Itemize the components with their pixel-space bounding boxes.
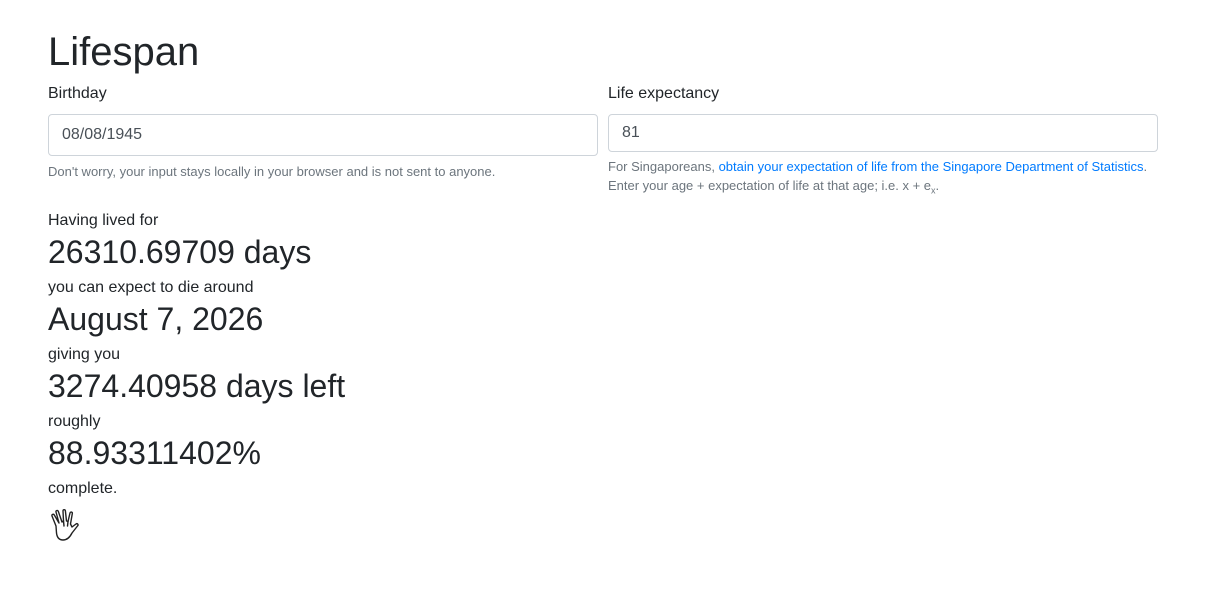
- lived-label: Having lived for: [48, 212, 159, 229]
- birthday-value: 08/08/1945: [62, 126, 143, 143]
- life-expectancy-group: Life expectancy 81 For Singaporeans, obt…: [608, 82, 1158, 195]
- die-label: you can expect to die around: [48, 279, 254, 296]
- birthday-help: Don't worry, your input stays locally in…: [48, 164, 496, 179]
- percent-value: 88.93311402%: [48, 435, 261, 471]
- life-expectancy-input[interactable]: 81: [608, 114, 1158, 152]
- left-label: giving you: [48, 346, 121, 363]
- birthday-label: Birthday: [48, 85, 107, 102]
- left-value: 3274.40958 days left: [48, 368, 346, 404]
- lived-value: 26310.69709 days: [48, 234, 312, 270]
- help-suffix: .: [1143, 159, 1148, 174]
- die-value: August 7, 2026: [48, 301, 264, 337]
- help-line2-end: .: [935, 178, 940, 193]
- page-title: Lifespan: [48, 30, 200, 74]
- life-expectancy-help: For Singaporeans, obtain your expectatio…: [608, 157, 1158, 195]
- life-expectancy-label: Life expectancy: [608, 85, 720, 102]
- life-expectancy-value: 81: [622, 124, 640, 141]
- birthday-input[interactable]: 08/08/1945: [48, 114, 598, 156]
- results: Having lived for 26310.69709 days you ca…: [48, 210, 345, 500]
- help-line2: Enter your age + expectation of life at …: [608, 178, 932, 193]
- statistics-link[interactable]: obtain your expectation of life from the…: [719, 159, 1144, 174]
- birthday-group: Birthday 08/08/1945 Don't worry, your in…: [48, 82, 598, 181]
- vulcan-salute-icon: [51, 509, 79, 541]
- help-prefix: For Singaporeans,: [608, 159, 719, 174]
- page: Lifespan Birthday 08/08/1945 Don't worry…: [0, 0, 1227, 589]
- complete-label: complete.: [48, 480, 118, 497]
- roughly-label: roughly: [48, 413, 101, 430]
